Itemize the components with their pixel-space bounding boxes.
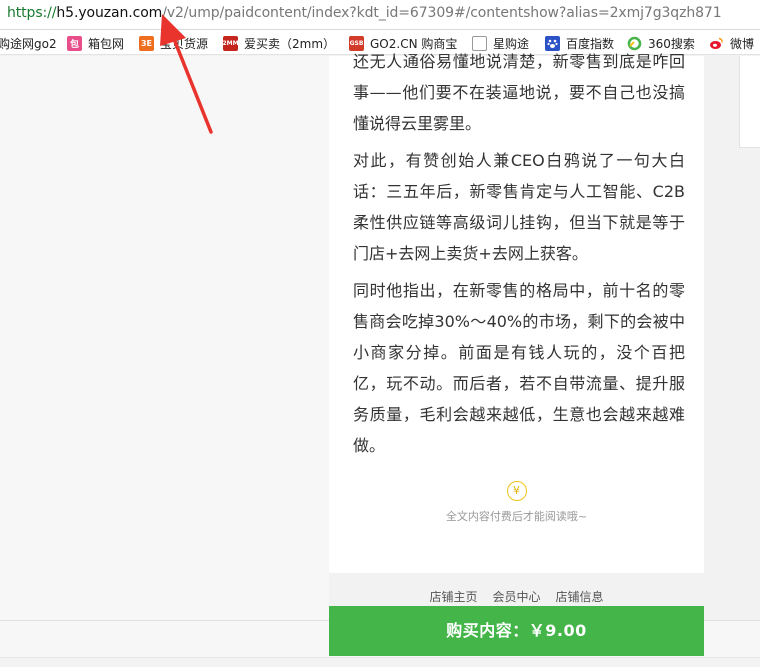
bookmark-label: 爱买卖（2mm） [244, 36, 336, 51]
article-paragraph: 还无人通俗易懂地说清楚，新零售到底是咋回事——他们要不在装逼地说，要不自己也没搞… [353, 52, 685, 133]
shop-info-link[interactable]: 店铺信息 [556, 588, 604, 605]
url-path: /v2/ump/paidcontent/index?kdt_id=67309#/… [162, 5, 722, 21]
page-left-margin [0, 56, 329, 621]
bookmark-weibo[interactable]: 微博 [709, 34, 754, 52]
bookmark-label: 宝贝货源 [160, 36, 209, 51]
bookmark-label: 购途网go2 [0, 36, 57, 51]
url-host: h5.youzan.com [56, 5, 163, 21]
2mm-icon: 2MM [222, 35, 239, 51]
paywall-text: 全文内容付费后才能阅读哦~ [445, 510, 588, 523]
yen-icon: ¥ [506, 481, 527, 501]
source-icon: 3E [139, 35, 154, 51]
shop-footer-nav: 店铺主页 会员中心 店铺信息 [329, 588, 704, 605]
buy-content-button[interactable]: 购买内容：￥9.00 [329, 606, 704, 656]
bookmark-xiangbao[interactable]: 包 箱包网 [67, 34, 124, 52]
address-bar[interactable]: https://h5.youzan.com/v2/ump/paidcontent… [0, 0, 760, 30]
article-paragraph: 同时他指出，在新零售的格局中，前十名的零售商会吃掉30%～40%的市场，剩下的会… [353, 281, 685, 455]
url-text[interactable]: https://h5.youzan.com/v2/ump/paidcontent… [7, 5, 722, 21]
bookmark-label: 箱包网 [88, 36, 125, 51]
article-content: 还无人通俗易懂地说清楚，新零售到底是咋回事——他们要不在装逼地说，要不自己也没搞… [329, 52, 704, 573]
bookmark-gouwu[interactable]: 购途网go2 [0, 34, 57, 52]
url-scheme: https:// [7, 5, 57, 21]
weibo-icon [709, 36, 724, 51]
member-center-link[interactable]: 会员中心 [492, 588, 540, 605]
bookmark-label: 微博 [730, 36, 755, 51]
bookmark-2mm[interactable]: 2MM 爱买卖（2mm） [222, 34, 336, 52]
article-paragraph: 对此，有赞创始人兼CEO白鸦说了一句大白话：三五年后，新零售肯定与人工智能、C2… [353, 151, 685, 263]
status-bar [0, 657, 760, 667]
side-panel [739, 56, 760, 148]
bag-icon: 包 [67, 35, 82, 51]
paywall-notice: ¥ 全文内容付费后才能阅读哦~ [329, 481, 704, 524]
shop-home-link[interactable]: 店铺主页 [429, 588, 477, 605]
bookmark-baobei[interactable]: 3E 宝贝货源 [139, 34, 208, 52]
